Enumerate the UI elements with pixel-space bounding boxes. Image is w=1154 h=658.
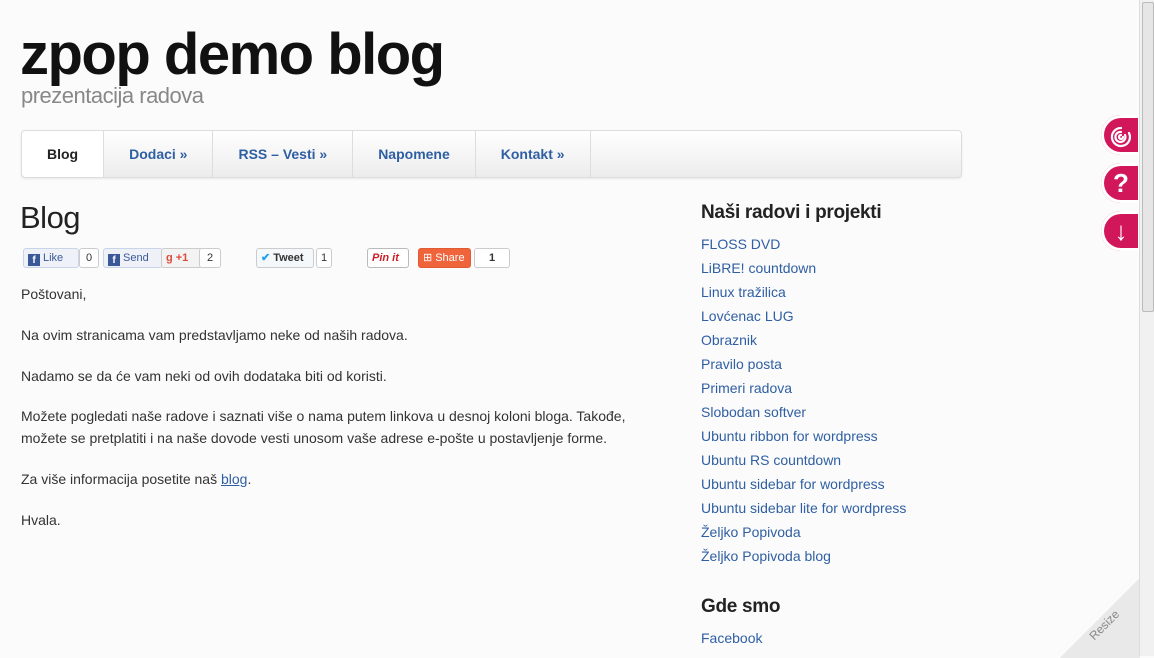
gplus-label: +1 [175, 252, 189, 264]
main-navigation: Blog Dodaci » RSS – Vesti » Napomene Kon… [21, 130, 962, 178]
paragraph-3: Možete pogledati naše radove i saznati v… [21, 408, 626, 446]
sidebar-link[interactable]: Ubuntu ribbon for wordpress [701, 424, 906, 448]
vertical-scrollbar[interactable] [1139, 0, 1154, 656]
tweet-label: Tweet [273, 252, 304, 264]
facebook-icon: f [28, 254, 40, 266]
sidebar-link[interactable]: Pravilo posta [701, 352, 906, 376]
site-title[interactable]: zpop demo blog [20, 22, 445, 88]
question-icon: ? [1113, 168, 1129, 198]
sidebar-link[interactable]: Lovćenac LUG [701, 304, 906, 328]
share-label: Share [435, 252, 465, 264]
like-count: 0 [79, 248, 99, 268]
nav-item-blog[interactable]: Blog [22, 131, 105, 177]
sidebar-link[interactable]: Ubuntu sidebar for wordpress [701, 472, 906, 496]
google-plus-icon: g [166, 252, 173, 264]
sidebar-link[interactable]: Željko Popivoda [701, 520, 906, 544]
like-label: Like [43, 252, 64, 264]
facebook-send-button[interactable]: f Send [103, 248, 163, 268]
tweet-count: 1 [316, 248, 332, 268]
page-title: Blog [20, 200, 81, 235]
gplus-count: 2 [199, 248, 221, 268]
help-button[interactable]: ? [1101, 163, 1141, 203]
paragraph-4: Za više informacija posetite naš blog. [21, 468, 651, 490]
debian-swirl-button[interactable] [1101, 115, 1141, 155]
share-button[interactable]: ⊞ Share [418, 248, 471, 268]
sidebar-projects-list: FLOSS DVD LiBRE! countdown Linux tražili… [701, 232, 906, 568]
nav-item-dodaci[interactable]: Dodaci » [104, 131, 214, 177]
nav-item-napomene[interactable]: Napomene [353, 131, 476, 177]
sidebar-link[interactable]: Ubuntu RS countdown [701, 448, 906, 472]
debian-swirl-icon [1110, 127, 1132, 148]
sidebar-where-heading: Gde smo [701, 596, 781, 617]
twitter-icon: ✔ [261, 252, 271, 264]
greeting-text: Poštovani, [21, 286, 87, 302]
sidebar-link[interactable]: Primeri radova [701, 376, 906, 400]
facebook-link[interactable]: Facebook [701, 626, 762, 650]
sidebar-projects-heading: Naši radovi i projekti [701, 202, 882, 223]
sidebar-link[interactable]: Ubuntu sidebar lite for wordpress [701, 496, 906, 520]
arrow-down-icon: ↓ [1114, 216, 1128, 246]
sidebar-link[interactable]: LiBRE! countdown [701, 256, 906, 280]
paragraph-2: Nadamo se da će vam neki od ovih dodatak… [21, 368, 387, 384]
tweet-button[interactable]: ✔ Tweet [256, 248, 314, 268]
paragraph-1: Na ovim stranicama vam predstavljamo nek… [21, 327, 408, 343]
sidebar-link[interactable]: Željko Popivoda blog [701, 544, 906, 568]
share-count: 1 [474, 248, 510, 268]
closing-text: Hvala. [21, 512, 61, 528]
resize-label: Resize [1086, 607, 1123, 643]
google-plus-button[interactable]: g +1 [161, 248, 203, 268]
sidebar-link[interactable]: FLOSS DVD [701, 232, 906, 256]
nav-item-kontakt[interactable]: Kontakt » [476, 131, 591, 177]
scrollbar-thumb[interactable] [1142, 2, 1154, 312]
facebook-like-button[interactable]: f Like [23, 248, 79, 268]
pinterest-button[interactable]: Pin it [367, 248, 409, 268]
paragraph-4-prefix: Za više informacija posetite naš [21, 471, 221, 487]
blog-link[interactable]: blog [221, 471, 247, 487]
paragraph-4-suffix: . [247, 471, 252, 487]
sidebar-link[interactable]: Obraznik [701, 328, 906, 352]
site-description: prezentacija radova [21, 83, 204, 108]
resize-handle[interactable]: Resize [1060, 578, 1140, 658]
send-label: Send [123, 252, 149, 264]
facebook-icon: f [108, 254, 120, 266]
sidebar-link[interactable]: Slobodan softver [701, 400, 906, 424]
nav-item-rss-vesti[interactable]: RSS – Vesti » [213, 131, 354, 177]
sidebar-link[interactable]: Linux tražilica [701, 280, 906, 304]
plus-icon: ⊞ [423, 252, 433, 264]
download-button[interactable]: ↓ [1101, 211, 1141, 251]
